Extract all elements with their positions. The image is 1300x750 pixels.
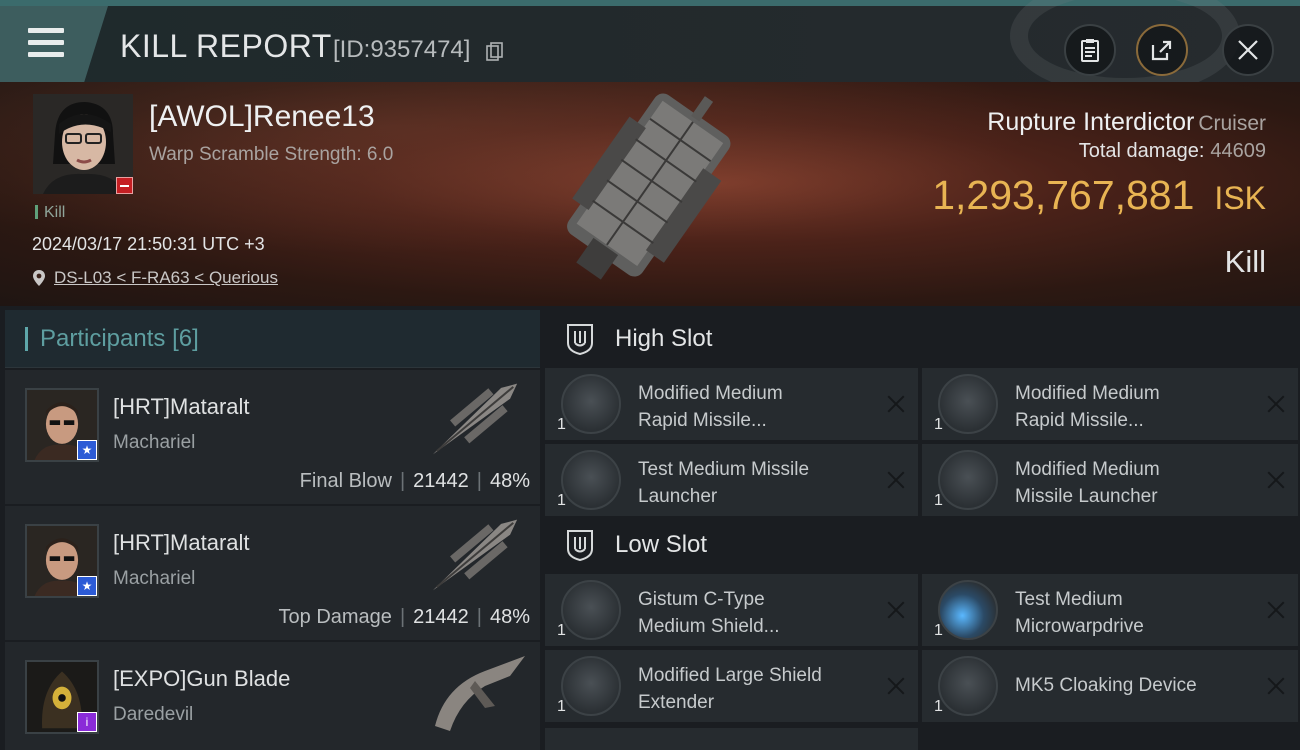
module-quantity: 1: [934, 698, 943, 715]
close-icon[interactable]: [1266, 394, 1286, 414]
report-id: [ID:9357474]: [333, 36, 471, 63]
low-slot-modules: 1 Gistum C-Type Medium Shield... 1 Test M…: [545, 574, 1300, 722]
participant-name[interactable]: [EXPO]Gun Blade: [113, 666, 290, 692]
location-pin-icon: [33, 270, 45, 286]
participant-row[interactable]: ★ [HRT]Mataralt Machariel Final Blow | 214…: [5, 368, 540, 504]
high-slot-modules: 1 Modified Medium Rapid Missile... 1 Modi…: [545, 368, 1300, 516]
participant-ship: Machariel: [113, 568, 196, 589]
clipboard-icon: [1081, 39, 1099, 62]
participant-ship-image: [435, 656, 525, 731]
high-slot-header: High Slot: [545, 310, 1300, 368]
victim-ship-name[interactable]: Rupture Interdictor Cruiser: [987, 108, 1266, 137]
low-slot-header: Low Slot: [545, 516, 1300, 574]
close-button[interactable]: [1222, 24, 1274, 76]
module-quantity: 1: [557, 416, 566, 433]
participant-ship-image: [432, 519, 518, 591]
participant-row[interactable]: i [EXPO]Gun Blade Daredevil: [5, 640, 540, 750]
participant-stats: Final Blow | 21442 | 48%: [299, 470, 530, 492]
module-name: Test Medium Microwarpdrive: [1015, 589, 1144, 637]
high-slot-icon: [567, 324, 593, 355]
victim-name[interactable]: [AWOL]Renee13: [149, 100, 375, 134]
module-name: Test Medium Missile Launcher: [638, 459, 810, 507]
kill-tag: Kill: [35, 204, 65, 222]
participants-panel: Participants [6] ★ [HRT]Mataralt Machari…: [5, 310, 540, 750]
kill-location[interactable]: DS-L03 < F-RA63 < Querious: [32, 268, 278, 288]
close-icon: [1238, 40, 1258, 60]
module-item[interactable]: 1 Test Medium Missile Launcher: [545, 444, 918, 516]
close-icon[interactable]: [1266, 676, 1286, 696]
module-quantity: 1: [934, 492, 943, 509]
victim-status-badge: [116, 177, 133, 194]
module-name: Gistum C-Type Medium Shield...: [638, 589, 780, 637]
close-icon[interactable]: [886, 470, 906, 490]
participant-badge: ★: [77, 440, 97, 460]
shield-icon: [561, 580, 621, 640]
module-quantity: 1: [557, 622, 566, 639]
participant-badge: ★: [77, 576, 97, 596]
shield-extender-icon: [561, 656, 621, 716]
module-item[interactable]: 1 Modified Medium Rapid Missile...: [545, 368, 918, 440]
module-name: Modified Medium Missile Launcher: [1015, 459, 1160, 507]
module-quantity: 1: [934, 416, 943, 433]
total-damage: Total damage: 44609: [1078, 140, 1266, 162]
menu-button[interactable]: [0, 6, 108, 82]
module-quantity: 1: [934, 622, 943, 639]
isk-value: 1,293,767,881 ISK: [932, 172, 1266, 218]
participant-ship: Daredevil: [113, 704, 194, 725]
close-icon[interactable]: [886, 676, 906, 696]
module-quantity: 1: [557, 492, 566, 509]
victim-ship-image: [567, 93, 731, 280]
participant-stats: Top Damage | 21442 | 48%: [278, 606, 530, 628]
participants-count: [6]: [172, 324, 199, 352]
missile-launcher-icon: [561, 374, 621, 434]
participant-name[interactable]: [HRT]Mataralt: [113, 530, 250, 556]
top-bar: KILL REPORT [ID:9357474]: [0, 0, 1300, 96]
victim-banner: [AWOL]Renee13 Warp Scramble Strength: 6.…: [0, 82, 1300, 306]
module-item[interactable]: 1 Modified Medium Rapid Missile...: [922, 368, 1298, 440]
module-name: Modified Large Shield Extender: [638, 665, 822, 713]
module-item[interactable]: 1 Modified Large Shield Extender: [545, 650, 918, 722]
module-item[interactable]: 1 Modified Medium Missile Launcher: [922, 444, 1298, 516]
participant-name[interactable]: [HRT]Mataralt: [113, 394, 250, 420]
module-name: Modified Medium Rapid Missile...: [1015, 383, 1160, 431]
module-item[interactable]: 1 MK5 Cloaking Device: [922, 650, 1298, 722]
clipboard-button[interactable]: [1064, 24, 1116, 76]
share-icon: [1151, 40, 1172, 61]
missile-launcher-icon: [561, 450, 621, 510]
menu-icon: [28, 28, 64, 64]
fitting-panel: High Slot 1 Modified Medium Rapid Missile…: [545, 310, 1300, 750]
victim-ship-class: Cruiser: [1198, 112, 1266, 135]
module-item[interactable]: 1 Test Medium Microwarpdrive: [922, 574, 1298, 646]
participant-badge: i: [77, 712, 97, 732]
low-slot-icon: [567, 530, 593, 561]
result-label: Kill: [1224, 244, 1266, 279]
participant-ship: Machariel: [113, 432, 196, 453]
close-icon[interactable]: [1266, 600, 1286, 620]
close-icon[interactable]: [1266, 470, 1286, 490]
module-item[interactable]: 1 Gistum C-Type Medium Shield...: [545, 574, 918, 646]
module-item-partial: [545, 728, 918, 750]
share-button[interactable]: [1136, 24, 1188, 76]
participant-ship-image: [432, 383, 518, 455]
microwarpdrive-icon: [938, 580, 998, 640]
victim-subtitle: Warp Scramble Strength: 6.0: [149, 144, 394, 165]
missile-launcher-icon: [938, 450, 998, 510]
module-name: MK5 Cloaking Device: [1015, 675, 1197, 696]
module-quantity: 1: [557, 698, 566, 715]
copy-icon[interactable]: [486, 42, 504, 62]
close-icon[interactable]: [886, 394, 906, 414]
participant-row[interactable]: ★ [HRT]Mataralt Machariel Top Damage | 214…: [5, 504, 540, 640]
module-name: Modified Medium Rapid Missile...: [638, 383, 783, 431]
page-title: KILL REPORT: [120, 28, 332, 64]
missile-launcher-icon: [938, 374, 998, 434]
location-text[interactable]: DS-L03 < F-RA63 < Querious: [54, 268, 278, 288]
participants-header: Participants [6]: [5, 310, 540, 368]
kill-datetime: 2024/03/17 21:50:31 UTC +3: [32, 234, 265, 254]
cloaking-device-icon: [938, 656, 998, 716]
close-icon[interactable]: [886, 600, 906, 620]
